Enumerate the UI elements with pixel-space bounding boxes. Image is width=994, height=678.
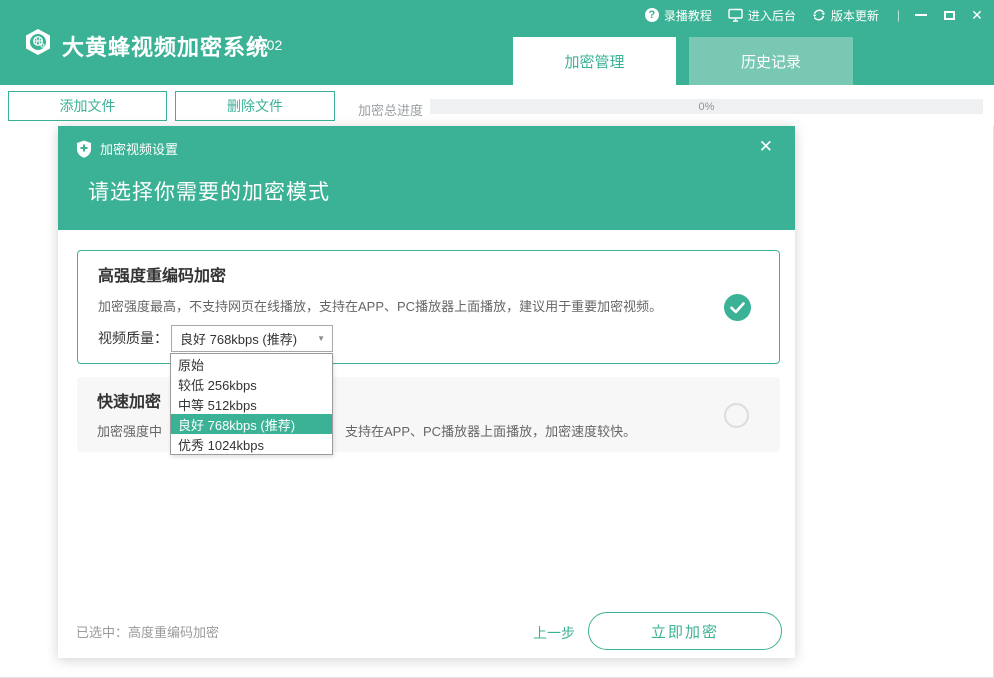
toolbar: 添加文件 删除文件 加密总进度 0% [0,85,994,126]
option-title: 快速加密 [97,388,161,412]
option-description: 加密强度最高，不支持网页在线播放，支持在APP、PC播放器上面播放，建议用于重要… [98,296,662,315]
minimize-icon [915,14,927,16]
app-title: 大黄蜂视频加密系统 [62,30,269,62]
add-file-button[interactable]: 添加文件 [8,91,167,121]
update-label: 版本更新 [831,7,879,24]
video-quality-select[interactable]: 良好 768kbps (推荐) ▼ [171,325,333,352]
dialog-title: 加密视频设置 [100,139,178,158]
app-version: v5.02 [248,37,282,53]
dialog-close-button[interactable]: ✕ [759,138,773,155]
minimize-button[interactable] [912,6,930,24]
tab-history[interactable]: 历史记录 [689,37,853,85]
quality-dropdown-list: 原始 较低 256kbps 中等 512kbps 良好 768kbps (推荐)… [170,353,333,455]
dropdown-option-selected[interactable]: 良好 768kbps (推荐) [171,414,332,434]
dropdown-option[interactable]: 中等 512kbps [171,394,332,414]
chevron-down-icon: ▼ [317,334,325,343]
encrypt-now-button[interactable]: 立即加密 [588,612,782,650]
encryption-settings-dialog: 加密视频设置 ✕ 请选择你需要的加密模式 高强度重编码加密 加密强度最高，不支持… [58,126,795,658]
radio-unselected-icon[interactable] [724,403,749,428]
option-title: 高强度重编码加密 [98,262,226,286]
progress-value: 0% [430,99,983,114]
tutorial-button[interactable]: ? 录播教程 [645,7,712,24]
option-high-strength-card[interactable]: 高强度重编码加密 加密强度最高，不支持网页在线播放，支持在APP、PC播放器上面… [77,250,780,364]
tutorial-label: 录播教程 [664,7,712,24]
maximize-icon [944,11,955,20]
maximize-button[interactable] [940,6,958,24]
refresh-icon [812,8,826,22]
previous-step-link[interactable]: 上一步 [533,623,575,643]
selected-check-icon[interactable] [724,294,751,321]
dialog-heading: 请选择你需要的加密模式 [88,176,330,206]
tab-encryption-management[interactable]: 加密管理 [513,37,676,85]
shield-plus-icon [76,140,92,158]
dropdown-option[interactable]: 优秀 1024kbps [171,434,332,454]
dropdown-option[interactable]: 原始 [171,354,332,374]
close-button[interactable]: ✕ [968,6,986,24]
backend-label: 进入后台 [748,7,796,24]
monitor-icon [728,8,743,22]
backend-button[interactable]: 进入后台 [728,7,796,24]
option-description-right: 支持在APP、PC播放器上面播放，加密速度较快。 [345,421,636,440]
option-description-left: 加密强度中 [97,421,162,440]
progress-label: 加密总进度 [358,100,423,119]
topbar: ? 录播教程 进入后台 版本更新 | [645,6,986,24]
video-quality-label: 视频质量： [98,328,168,348]
dialog-header: 加密视频设置 ✕ 请选择你需要的加密模式 [58,126,795,230]
video-quality-value: 良好 768kbps (推荐) [180,329,297,348]
delete-file-button[interactable]: 删除文件 [175,91,335,121]
update-button[interactable]: 版本更新 [812,7,879,24]
dialog-titlebar: 加密视频设置 [76,139,178,158]
dropdown-option[interactable]: 较低 256kbps [171,374,332,394]
app-window: 大黄蜂视频加密系统 v5.02 ? 录播教程 进入后台 [0,0,994,678]
app-header: 大黄蜂视频加密系统 v5.02 ? 录播教程 进入后台 [0,0,994,85]
app-logo-icon [24,28,52,56]
progress-bar: 0% [430,99,983,114]
topbar-separator: | [897,8,900,22]
help-icon: ? [645,8,659,22]
selected-mode-status: 已选中：高度重编码加密 [76,622,219,641]
